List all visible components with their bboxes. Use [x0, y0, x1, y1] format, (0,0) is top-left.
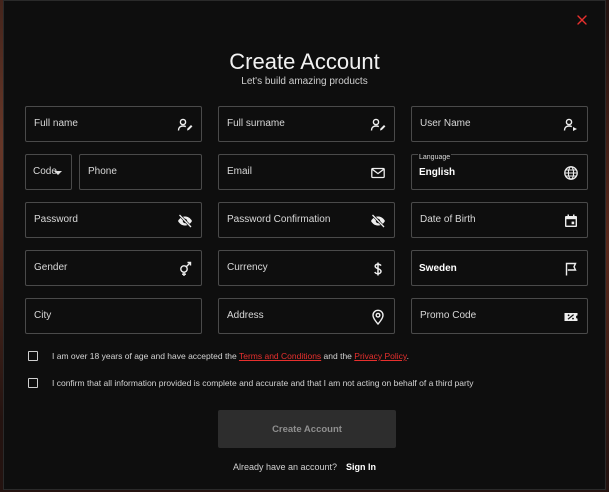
- language-label: Language: [418, 154, 452, 161]
- phone-field[interactable]: Phone: [79, 154, 202, 190]
- password-field[interactable]: Password: [25, 202, 202, 238]
- country-code-select[interactable]: Code: [25, 154, 72, 190]
- currency-label: Currency: [227, 262, 268, 273]
- language-value: English: [419, 167, 456, 178]
- full-surname-field[interactable]: Full surname: [218, 106, 395, 142]
- sign-in-row: Already have an account? Sign In: [4, 462, 605, 472]
- privacy-policy-link[interactable]: Privacy Policy: [354, 351, 406, 361]
- confirm-checkbox[interactable]: [28, 378, 38, 388]
- promo-code-field[interactable]: Promo Code: [411, 298, 588, 334]
- full-surname-label: Full surname: [227, 118, 285, 129]
- close-icon: [577, 15, 587, 25]
- terms-row: I am over 18 years of age and have accep…: [28, 349, 409, 363]
- terms-prefix: I am over 18 years of age and have accep…: [52, 351, 239, 361]
- full-name-field[interactable]: Full name: [25, 106, 202, 142]
- phone-label: Phone: [88, 166, 117, 177]
- city-label: City: [34, 310, 52, 321]
- confirm-text: I confirm that all information provided …: [52, 378, 474, 388]
- create-account-button[interactable]: Create Account: [218, 410, 396, 448]
- location-pin-icon: [370, 309, 386, 325]
- terms-middle: and the: [321, 351, 355, 361]
- chevron-down-icon: [54, 171, 62, 175]
- user-arrow-icon: [563, 117, 579, 133]
- city-field[interactable]: City: [25, 298, 202, 334]
- create-account-modal: Create Account Let's build amazing produ…: [3, 0, 606, 490]
- password-confirmation-label: Password Confirmation: [227, 214, 331, 225]
- date-of-birth-label: Date of Birth: [420, 214, 476, 225]
- eye-off-icon[interactable]: [177, 213, 193, 229]
- terms-text: I am over 18 years of age and have accep…: [52, 351, 409, 361]
- ticket-icon: [563, 309, 579, 325]
- promo-code-label: Promo Code: [420, 310, 477, 321]
- terms-checkbox[interactable]: [28, 351, 38, 361]
- page-title: Create Account: [229, 49, 380, 74]
- mail-icon: [370, 165, 386, 181]
- calendar-icon[interactable]: [563, 213, 579, 229]
- full-name-label: Full name: [34, 118, 78, 129]
- user-name-label: User Name: [420, 118, 471, 129]
- country-select[interactable]: Sweden: [411, 250, 588, 286]
- country-value: Sweden: [419, 263, 457, 274]
- address-field[interactable]: Address: [218, 298, 395, 334]
- user-edit-icon: [177, 117, 193, 133]
- user-name-field[interactable]: User Name: [411, 106, 588, 142]
- address-label: Address: [227, 310, 264, 321]
- terms-suffix: .: [406, 351, 409, 361]
- globe-icon: [563, 165, 579, 181]
- sign-in-link[interactable]: Sign In: [346, 462, 376, 472]
- close-button[interactable]: [574, 12, 590, 28]
- confirm-row: I confirm that all information provided …: [28, 376, 473, 390]
- date-of-birth-field[interactable]: Date of Birth: [411, 202, 588, 238]
- gender-select[interactable]: Gender: [25, 250, 202, 286]
- email-field[interactable]: Email: [218, 154, 395, 190]
- language-select[interactable]: Language English: [411, 154, 588, 190]
- gender-icon: [177, 261, 193, 277]
- page-subtitle: Let's build amazing products: [241, 76, 368, 87]
- user-edit-icon: [370, 117, 386, 133]
- currency-select[interactable]: Currency: [218, 250, 395, 286]
- gender-label: Gender: [34, 262, 68, 273]
- password-confirmation-field[interactable]: Password Confirmation: [218, 202, 395, 238]
- email-label: Email: [227, 166, 253, 177]
- have-account-text: Already have an account?: [232, 462, 338, 472]
- dollar-icon: [370, 261, 386, 277]
- flag-icon: [563, 261, 579, 277]
- terms-and-conditions-link[interactable]: Terms and Conditions: [239, 351, 321, 361]
- eye-off-icon[interactable]: [370, 213, 386, 229]
- password-label: Password: [34, 214, 78, 225]
